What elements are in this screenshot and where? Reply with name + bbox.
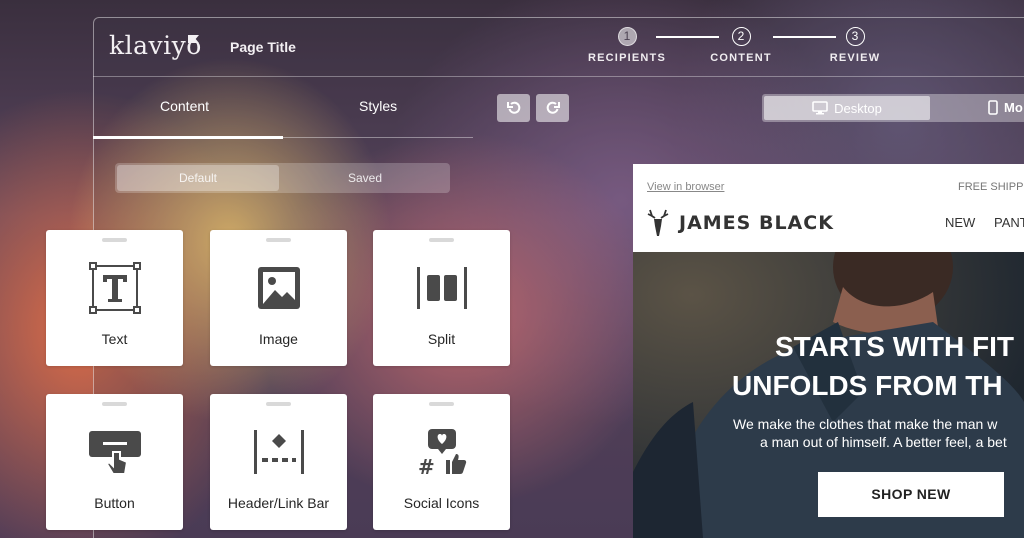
button-block-icon: [89, 431, 141, 475]
header-link-bar-icon: [254, 430, 304, 474]
device-view-toggle: Desktop Mo: [762, 94, 1024, 122]
step-number: 1: [617, 27, 637, 46]
block-label: Text: [101, 331, 128, 347]
block-card-text[interactable]: Text: [46, 230, 183, 366]
hero-section: STARTS WITH FIT UNFOLDS FROM TH We make …: [633, 252, 1024, 538]
block-card-social-icons[interactable]: # Social Icons: [373, 394, 510, 530]
email-preview[interactable]: View in browser FREE SHIPP JAMES BLACK N…: [633, 164, 1024, 538]
mobile-view-label: Mo: [1004, 100, 1023, 115]
drag-handle[interactable]: [102, 402, 127, 406]
tab-styles[interactable]: Styles: [359, 98, 397, 114]
sidebar-tabs: Content Styles: [93, 90, 473, 139]
drag-handle[interactable]: [102, 238, 127, 242]
block-card-split[interactable]: Split: [373, 230, 510, 366]
desktop-view-button[interactable]: Desktop: [764, 96, 930, 120]
social-icons-icon: #: [418, 429, 467, 478]
block-card-image[interactable]: Image: [210, 230, 347, 366]
step-content[interactable]: 2 CONTENT: [696, 27, 786, 64]
block-label: Image: [259, 331, 298, 347]
active-tab-indicator: [93, 136, 283, 139]
block-card-header-link-bar[interactable]: Header/Link Bar: [210, 394, 347, 530]
klaviyo-logo: klaviyo: [109, 31, 202, 60]
email-nav-new[interactable]: NEW: [945, 215, 975, 230]
saved-blocks-button[interactable]: Saved: [285, 165, 445, 191]
page-title[interactable]: Page Title: [230, 39, 296, 55]
view-in-browser-link[interactable]: View in browser: [647, 181, 724, 193]
block-label: Header/Link Bar: [227, 495, 330, 511]
svg-text:#: #: [418, 455, 435, 478]
tab-content[interactable]: Content: [160, 98, 209, 114]
step-label: REVIEW: [829, 52, 881, 64]
step-label: CONTENT: [710, 52, 772, 64]
step-review[interactable]: 3 REVIEW: [810, 27, 900, 64]
drag-handle[interactable]: [429, 238, 454, 242]
step-number: 3: [845, 27, 865, 46]
stag-logo-icon: [647, 209, 669, 236]
block-label: Split: [427, 331, 456, 347]
drag-handle[interactable]: [266, 238, 291, 242]
drag-handle[interactable]: [429, 402, 454, 406]
headline-line-1: STARTS WITH FIT: [775, 331, 1014, 362]
hero-body-line-2: a man out of himself. A better feel, a b…: [760, 434, 1007, 450]
step-number: 2: [731, 27, 751, 46]
hero-body-line-1: We make the clothes that make the man w: [733, 416, 998, 432]
redo-icon: [546, 101, 560, 114]
phone-icon: [988, 100, 998, 115]
shop-new-button[interactable]: SHOP NEW: [818, 472, 1004, 517]
drag-handle[interactable]: [266, 402, 291, 406]
default-blocks-button[interactable]: Default: [117, 165, 279, 191]
email-nav-pant[interactable]: PANT: [994, 215, 1024, 230]
headline-line-2: UNFOLDS FROM TH: [732, 370, 1003, 401]
step-label: RECIPIENTS: [587, 52, 666, 64]
monitor-icon: [812, 101, 828, 115]
step-recipients[interactable]: 1 RECIPIENTS: [582, 27, 672, 64]
top-bar: klaviyo Page Title 1 RECIPIENTS 2 CONTEN…: [93, 17, 1024, 77]
undo-icon: [506, 101, 520, 114]
library-toggle: Default Saved: [115, 163, 450, 193]
block-label: Social Icons: [403, 495, 480, 511]
undo-button[interactable]: [497, 94, 530, 122]
step-progress: 1 RECIPIENTS 2 CONTENT 3 REVIEW: [588, 27, 912, 69]
brand-name: JAMES BLACK: [679, 212, 834, 234]
block-card-button[interactable]: Button: [46, 394, 183, 530]
desktop-view-label: Desktop: [834, 100, 882, 116]
block-label: Button: [94, 495, 135, 511]
image-block-icon: [258, 267, 300, 309]
free-shipping-banner: FREE SHIPP: [958, 181, 1024, 193]
hero-headline: STARTS WITH FIT UNFOLDS FROM TH: [732, 327, 1024, 405]
split-block-icon: [417, 267, 467, 309]
mobile-view-button[interactable]: Mo: [988, 100, 1023, 115]
text-block-icon: [89, 262, 141, 314]
email-header: View in browser FREE SHIPP JAMES BLACK N…: [633, 164, 1024, 252]
redo-button[interactable]: [536, 94, 569, 122]
